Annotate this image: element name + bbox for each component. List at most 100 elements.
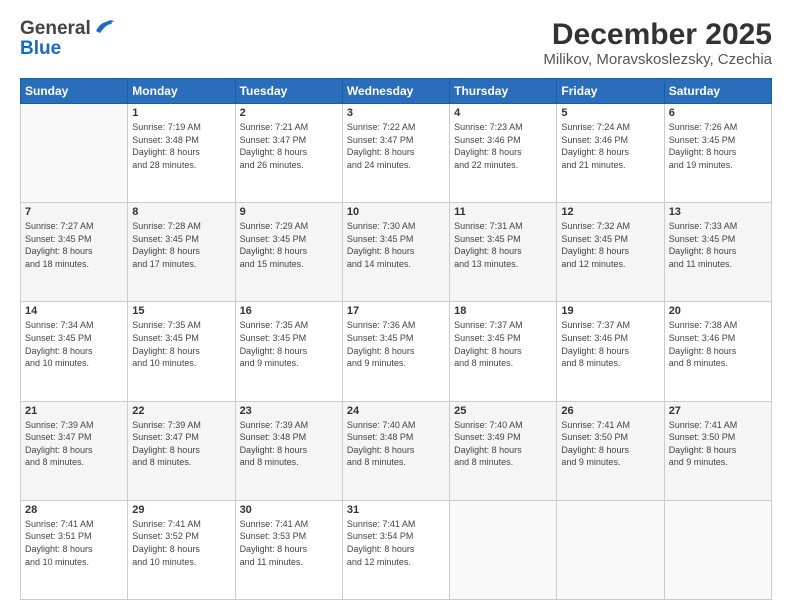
day-info: Sunrise: 7:37 AM Sunset: 3:45 PM Dayligh… <box>454 319 552 369</box>
table-row <box>557 500 664 599</box>
day-number: 5 <box>561 107 659 119</box>
day-info: Sunrise: 7:26 AM Sunset: 3:45 PM Dayligh… <box>669 121 767 171</box>
day-info: Sunrise: 7:40 AM Sunset: 3:48 PM Dayligh… <box>347 419 445 469</box>
day-number: 11 <box>454 206 552 218</box>
day-number: 20 <box>669 305 767 317</box>
table-row: 27 Sunrise: 7:41 AM Sunset: 3:50 PM Dayli… <box>664 401 771 500</box>
day-info: Sunrise: 7:35 AM Sunset: 3:45 PM Dayligh… <box>240 319 338 369</box>
day-number: 2 <box>240 107 338 119</box>
table-row: 29 Sunrise: 7:41 AM Sunset: 3:52 PM Dayli… <box>128 500 235 599</box>
table-row <box>450 500 557 599</box>
day-number: 6 <box>669 107 767 119</box>
day-info: Sunrise: 7:24 AM Sunset: 3:46 PM Dayligh… <box>561 121 659 171</box>
table-row: 30Sunrise: 7:41 AM Sunset: 3:53 PM Dayli… <box>235 500 342 599</box>
day-number: 1 <box>132 107 230 119</box>
table-row <box>21 104 128 203</box>
day-number: 15 <box>132 305 230 317</box>
day-info: Sunrise: 7:38 AM Sunset: 3:46 PM Dayligh… <box>669 319 767 369</box>
table-row: 17Sunrise: 7:36 AM Sunset: 3:45 PM Dayli… <box>342 302 449 401</box>
table-row: 25Sunrise: 7:40 AM Sunset: 3:49 PM Dayli… <box>450 401 557 500</box>
day-number: 12 <box>561 206 659 218</box>
table-row: 21Sunrise: 7:39 AM Sunset: 3:47 PM Dayli… <box>21 401 128 500</box>
day-number: 4 <box>454 107 552 119</box>
day-number: 22 <box>132 405 230 417</box>
calendar-title: December 2025 <box>543 18 772 51</box>
day-info: Sunrise: 7:39 AM Sunset: 3:47 PM Dayligh… <box>25 419 123 469</box>
day-info: Sunrise: 7:28 AM Sunset: 3:45 PM Dayligh… <box>132 220 230 270</box>
day-info: Sunrise: 7:37 AM Sunset: 3:46 PM Dayligh… <box>561 319 659 369</box>
day-number: 29 <box>132 504 230 516</box>
table-row: 15Sunrise: 7:35 AM Sunset: 3:45 PM Dayli… <box>128 302 235 401</box>
day-info: Sunrise: 7:41 AM Sunset: 3:54 PM Dayligh… <box>347 518 445 568</box>
logo-general: General <box>20 18 91 40</box>
weekday-header-row: Sunday Monday Tuesday Wednesday Thursday… <box>21 79 772 104</box>
day-info: Sunrise: 7:33 AM Sunset: 3:45 PM Dayligh… <box>669 220 767 270</box>
day-number: 23 <box>240 405 338 417</box>
table-row: 24 Sunrise: 7:40 AM Sunset: 3:48 PM Dayli… <box>342 401 449 500</box>
day-number: 13 <box>669 206 767 218</box>
header-tuesday: Tuesday <box>235 79 342 104</box>
day-number: 25 <box>454 405 552 417</box>
table-row: 3 Sunrise: 7:22 AM Sunset: 3:47 PM Daylig… <box>342 104 449 203</box>
table-row: 18 Sunrise: 7:37 AM Sunset: 3:45 PM Dayli… <box>450 302 557 401</box>
header-saturday: Saturday <box>664 79 771 104</box>
calendar-week-row: 28Sunrise: 7:41 AM Sunset: 3:51 PM Dayli… <box>21 500 772 599</box>
logo-bird-icon <box>92 19 114 35</box>
table-row: 10 Sunrise: 7:30 AM Sunset: 3:45 PM Dayli… <box>342 203 449 302</box>
header-monday: Monday <box>128 79 235 104</box>
header-thursday: Thursday <box>450 79 557 104</box>
day-number: 24 <box>347 405 445 417</box>
day-number: 10 <box>347 206 445 218</box>
day-info: Sunrise: 7:41 AM Sunset: 3:50 PM Dayligh… <box>669 419 767 469</box>
day-number: 18 <box>454 305 552 317</box>
table-row: 8Sunrise: 7:28 AM Sunset: 3:45 PM Daylig… <box>128 203 235 302</box>
day-info: Sunrise: 7:34 AM Sunset: 3:45 PM Dayligh… <box>25 319 123 369</box>
day-info: Sunrise: 7:27 AM Sunset: 3:45 PM Dayligh… <box>25 220 123 270</box>
title-block: December 2025 Milikov, Moravskoslezsky, … <box>543 18 772 68</box>
table-row: 16Sunrise: 7:35 AM Sunset: 3:45 PM Dayli… <box>235 302 342 401</box>
table-row: 7 Sunrise: 7:27 AM Sunset: 3:45 PM Daylig… <box>21 203 128 302</box>
day-number: 31 <box>347 504 445 516</box>
table-row: 4 Sunrise: 7:23 AM Sunset: 3:46 PM Daylig… <box>450 104 557 203</box>
logo: General Blue <box>20 18 114 60</box>
calendar-week-row: 14 Sunrise: 7:34 AM Sunset: 3:45 PM Dayli… <box>21 302 772 401</box>
table-row: 14 Sunrise: 7:34 AM Sunset: 3:45 PM Dayli… <box>21 302 128 401</box>
day-info: Sunrise: 7:41 AM Sunset: 3:52 PM Dayligh… <box>132 518 230 568</box>
header-sunday: Sunday <box>21 79 128 104</box>
day-number: 28 <box>25 504 123 516</box>
day-number: 7 <box>25 206 123 218</box>
day-info: Sunrise: 7:22 AM Sunset: 3:47 PM Dayligh… <box>347 121 445 171</box>
day-number: 14 <box>25 305 123 317</box>
table-row: 20 Sunrise: 7:38 AM Sunset: 3:46 PM Dayli… <box>664 302 771 401</box>
table-row: 26 Sunrise: 7:41 AM Sunset: 3:50 PM Dayli… <box>557 401 664 500</box>
table-row: 11 Sunrise: 7:31 AM Sunset: 3:45 PM Dayli… <box>450 203 557 302</box>
header-wednesday: Wednesday <box>342 79 449 104</box>
day-number: 26 <box>561 405 659 417</box>
day-info: Sunrise: 7:31 AM Sunset: 3:45 PM Dayligh… <box>454 220 552 270</box>
day-info: Sunrise: 7:23 AM Sunset: 3:46 PM Dayligh… <box>454 121 552 171</box>
day-info: Sunrise: 7:39 AM Sunset: 3:48 PM Dayligh… <box>240 419 338 469</box>
header-friday: Friday <box>557 79 664 104</box>
table-row: 13 Sunrise: 7:33 AM Sunset: 3:45 PM Dayli… <box>664 203 771 302</box>
day-info: Sunrise: 7:29 AM Sunset: 3:45 PM Dayligh… <box>240 220 338 270</box>
day-number: 30 <box>240 504 338 516</box>
day-info: Sunrise: 7:21 AM Sunset: 3:47 PM Dayligh… <box>240 121 338 171</box>
day-info: Sunrise: 7:30 AM Sunset: 3:45 PM Dayligh… <box>347 220 445 270</box>
table-row: 12Sunrise: 7:32 AM Sunset: 3:45 PM Dayli… <box>557 203 664 302</box>
calendar-week-row: 21Sunrise: 7:39 AM Sunset: 3:47 PM Dayli… <box>21 401 772 500</box>
day-info: Sunrise: 7:36 AM Sunset: 3:45 PM Dayligh… <box>347 319 445 369</box>
logo-blue: Blue <box>20 38 61 60</box>
day-info: Sunrise: 7:39 AM Sunset: 3:47 PM Dayligh… <box>132 419 230 469</box>
day-info: Sunrise: 7:41 AM Sunset: 3:50 PM Dayligh… <box>561 419 659 469</box>
calendar-subtitle: Milikov, Moravskoslezsky, Czechia <box>543 51 772 68</box>
table-row: 31 Sunrise: 7:41 AM Sunset: 3:54 PM Dayli… <box>342 500 449 599</box>
calendar-week-row: 7 Sunrise: 7:27 AM Sunset: 3:45 PM Daylig… <box>21 203 772 302</box>
day-number: 9 <box>240 206 338 218</box>
day-number: 3 <box>347 107 445 119</box>
table-row: 2 Sunrise: 7:21 AM Sunset: 3:47 PM Daylig… <box>235 104 342 203</box>
table-row: 9 Sunrise: 7:29 AM Sunset: 3:45 PM Daylig… <box>235 203 342 302</box>
day-number: 27 <box>669 405 767 417</box>
day-info: Sunrise: 7:19 AM Sunset: 3:48 PM Dayligh… <box>132 121 230 171</box>
table-row: 19Sunrise: 7:37 AM Sunset: 3:46 PM Dayli… <box>557 302 664 401</box>
table-row: 5 Sunrise: 7:24 AM Sunset: 3:46 PM Daylig… <box>557 104 664 203</box>
